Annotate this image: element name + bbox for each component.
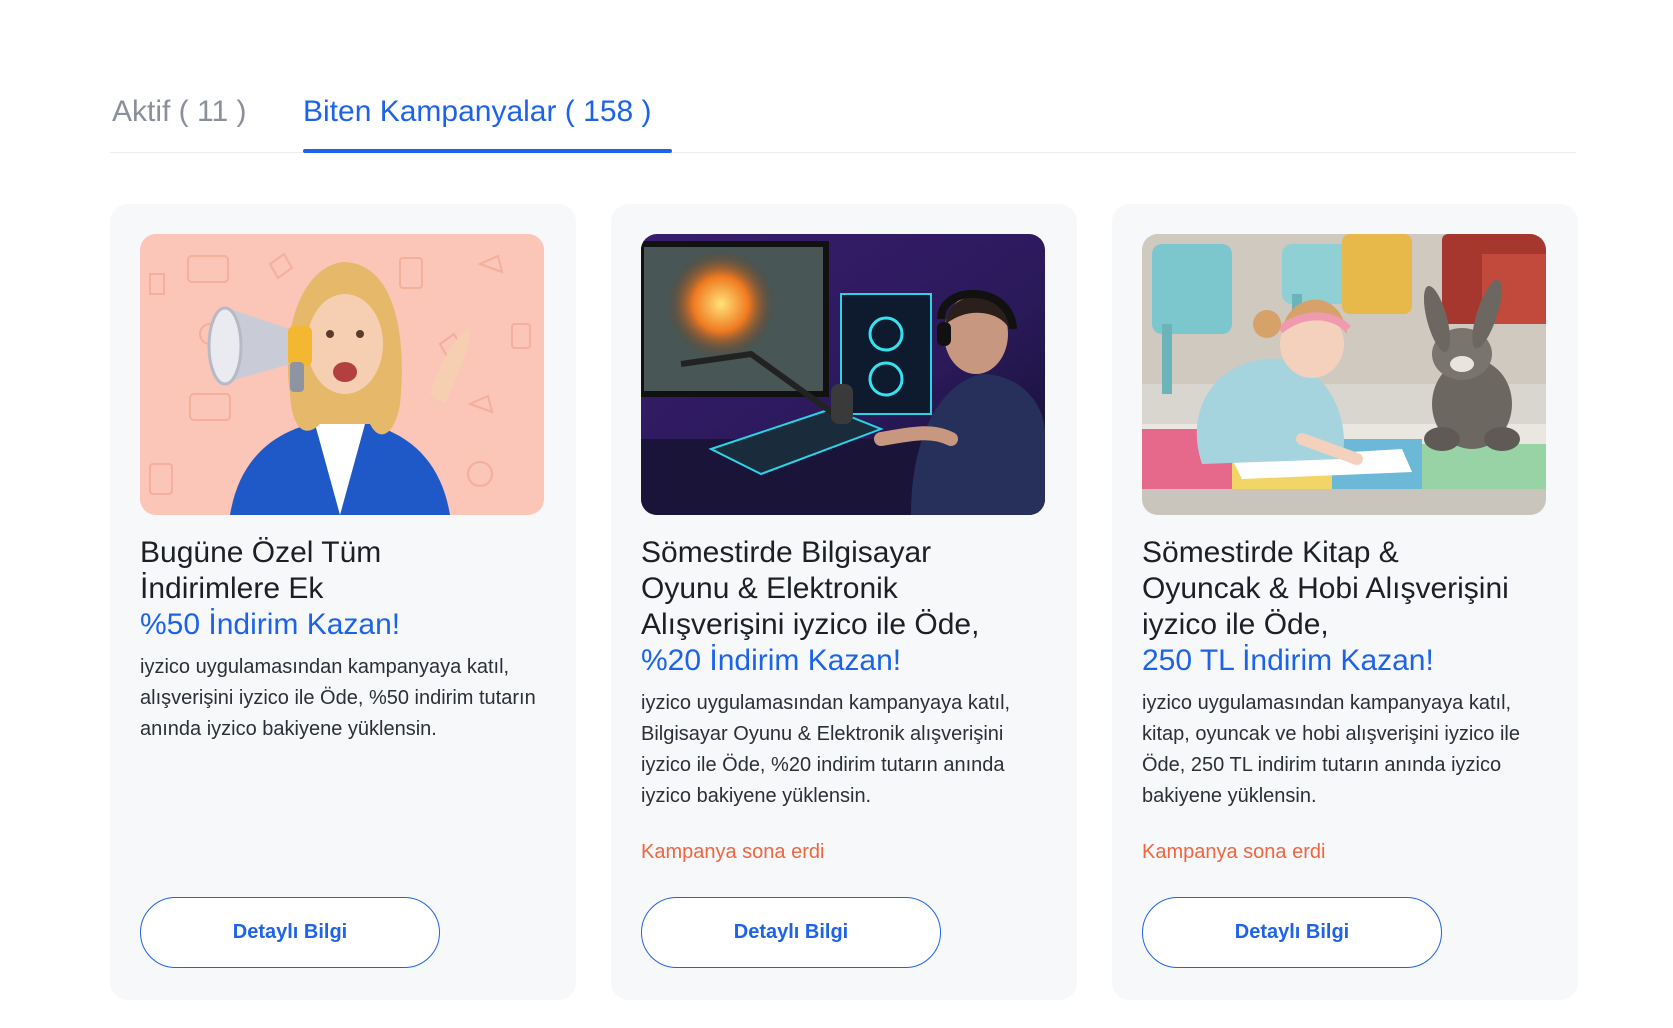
- tab-ended-campaigns[interactable]: Biten Kampanyalar ( 158 ): [303, 94, 652, 130]
- campaign-ended-status: Kampanya sona erdi: [641, 841, 825, 863]
- campaign-title: Bugüne Özel Tüm İndirimlere Ek %50 İndir…: [140, 535, 550, 643]
- campaign-card: Bugüne Özel Tüm İndirimlere Ek %50 İndir…: [110, 204, 576, 1000]
- title-line: İndirimlere Ek: [140, 572, 324, 605]
- detail-button[interactable]: Detaylı Bilgi: [641, 897, 941, 968]
- campaign-title: Sömestirde Kitap & Oyuncak & Hobi Alışve…: [1142, 535, 1552, 679]
- campaign-image-gamer: [641, 234, 1045, 515]
- title-line: Oyuncak & Hobi Alışverişini: [1142, 572, 1509, 605]
- title-line: Sömestirde Bilgisayar: [641, 536, 932, 569]
- title-line: Oyunu & Elektronik: [641, 572, 898, 605]
- active-tab-indicator: [303, 149, 672, 153]
- campaign-description: iyzico uygulamasından kampanyaya katıl, …: [641, 692, 1011, 807]
- title-line: Sömestirde Kitap &: [1142, 536, 1399, 569]
- campaign-description: iyzico uygulamasından kampanyaya katıl, …: [1142, 692, 1520, 807]
- campaign-card: Sömestirde Bilgisayar Oyunu & Elektronik…: [611, 204, 1077, 1000]
- title-highlight: %50 İndirim Kazan!: [140, 608, 401, 641]
- campaign-title: Sömestirde Bilgisayar Oyunu & Elektronik…: [641, 535, 1051, 679]
- tab-active-campaigns[interactable]: Aktif ( 11 ): [112, 94, 246, 130]
- campaign-tabs: Aktif ( 11 ) Biten Kampanyalar ( 158 ): [110, 88, 1576, 153]
- title-line: iyzico ile Öde,: [1142, 608, 1329, 641]
- title-highlight: 250 TL İndirim Kazan!: [1142, 644, 1434, 677]
- detail-button[interactable]: Detaylı Bilgi: [140, 897, 440, 968]
- campaign-ended-status: Kampanya sona erdi: [1142, 841, 1326, 863]
- title-line: Alışverişini iyzico ile Öde,: [641, 608, 980, 641]
- campaign-image-megaphone-woman: [140, 234, 544, 515]
- campaign-image-child-drawing: [1142, 234, 1546, 515]
- detail-button[interactable]: Detaylı Bilgi: [1142, 897, 1442, 968]
- title-highlight: %20 İndirim Kazan!: [641, 644, 902, 677]
- title-line: Bugüne Özel Tüm: [140, 536, 382, 569]
- campaign-description: iyzico uygulamasından kampanyaya katıl, …: [140, 656, 536, 740]
- campaign-card: Sömestirde Kitap & Oyuncak & Hobi Alışve…: [1112, 204, 1578, 1000]
